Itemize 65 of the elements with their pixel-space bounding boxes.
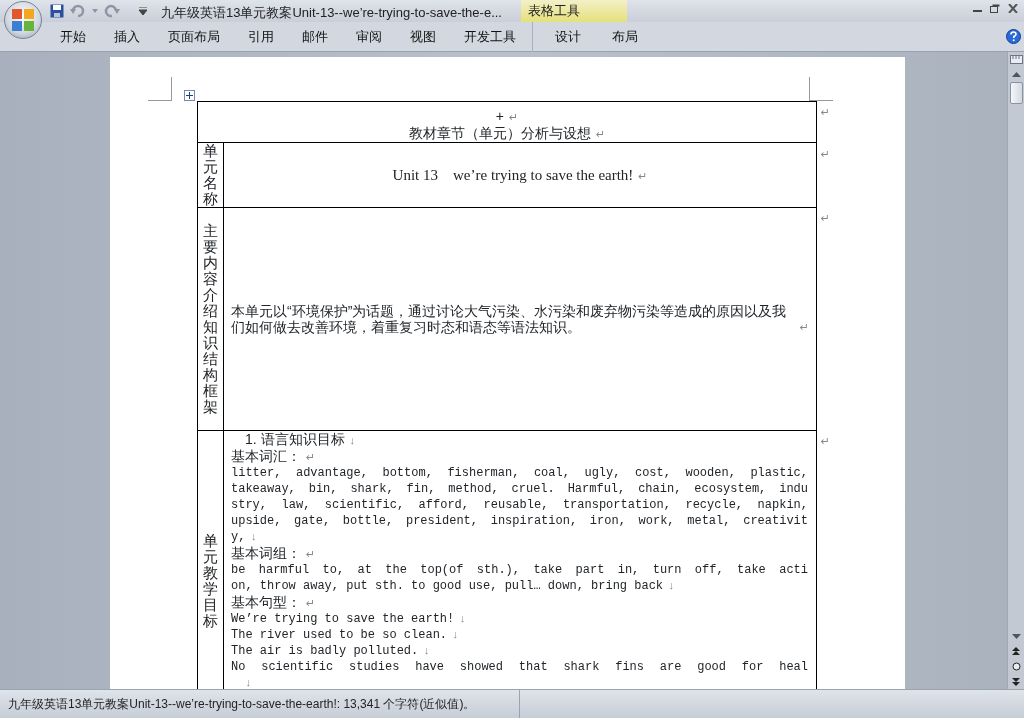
paragraph-text: 基本词汇： — [231, 448, 301, 465]
text-line: takeaway, bin, shark, fin, method, cruel. Harmful, chain, ecosystem, indu — [231, 481, 808, 498]
paragraph-mark: ↓ — [459, 613, 466, 626]
paragraph-mark: ↵ — [595, 127, 606, 140]
paragraph-text: 教材章节（单元）分析与设想 — [408, 124, 591, 141]
column-label: 单元教学目标 — [203, 533, 218, 630]
ribbon-tab[interactable]: 审阅 — [348, 24, 390, 49]
paragraph-mark: ↵ — [799, 320, 809, 336]
office-button[interactable] — [4, 1, 42, 39]
text-line: stry, law, scientific, afford, reusable, transportation, recycle, napkin, — [231, 497, 808, 514]
ribbon-tab[interactable]: 开始 — [52, 24, 94, 49]
paragraph-mark: ↓ — [452, 629, 459, 642]
text-line: The river used to be so clean. — [231, 628, 448, 643]
text-line: We’re trying to save the earth! — [231, 612, 455, 627]
text-line: The air is badly polluted. — [231, 644, 419, 659]
paragraph-mark: ↵ — [306, 548, 316, 561]
save-icon[interactable] — [50, 4, 64, 18]
paragraph-mark: ↵ — [306, 451, 316, 464]
row-end-mark: ↵ — [820, 146, 830, 162]
text-line: y, — [231, 530, 246, 545]
text-line: litter, advantage, bottom, fisherman, coal, ugly, cost, wooden, plastic, — [231, 465, 808, 482]
ribbon-tab[interactable]: 开发工具 — [456, 24, 524, 49]
paragraph-mark: ↓ — [668, 580, 675, 593]
paragraph-mark: ↵ — [306, 597, 316, 610]
ribbon-tab[interactable]: 引用 — [240, 24, 282, 49]
paragraph-mark: ↓ — [245, 677, 252, 689]
ribbon-tab[interactable]: 设计 — [547, 24, 589, 49]
ribbon-tab[interactable]: 视图 — [402, 24, 444, 49]
paragraph-mark: ↵ — [509, 110, 519, 123]
table-move-handle-icon[interactable] — [184, 90, 195, 101]
paragraph-text: + — [495, 107, 504, 124]
unit-title: Unit 13 we’re trying to save the earth! — [392, 166, 634, 183]
paragraph-mark: ↓ — [250, 531, 257, 544]
text-line: upside, gate, bottle, president, inspiration, iron, work, metal, creativit — [231, 513, 808, 530]
scrollbar-thumb[interactable] — [1009, 82, 1023, 104]
help-icon[interactable] — [1006, 29, 1021, 44]
contextual-tab-group: 表格工具 — [521, 0, 627, 22]
office-logo — [10, 7, 36, 33]
text-line: be harmful to, at the top(of sth.), take part in, turn off, take acti — [231, 562, 808, 579]
ribbon-tab[interactable]: 页面布局 — [160, 24, 228, 49]
crop-mark — [809, 77, 833, 101]
paragraph-text: 基本词组： — [231, 545, 301, 562]
window-title: 九年级英语13单元教案Unit-13--we’re-trying-to-save-the-e... — [161, 4, 502, 22]
column-label: 单元名称 — [203, 143, 218, 208]
paragraph-mark: ↓ — [423, 645, 430, 658]
text-line: on, throw away, put sth. to good use, pull… down, bring back — [231, 579, 664, 594]
row-end-mark: ↵ — [820, 104, 830, 120]
restore-icon[interactable] — [990, 4, 1000, 13]
ribbon-tab[interactable]: 布局 — [604, 24, 646, 49]
row-end-mark: ↵ — [820, 211, 830, 227]
ribbon-tab[interactable]: 邮件 — [294, 24, 336, 49]
heading-text: 1. 语言知识目标 — [245, 431, 345, 448]
column-label: 主要内容介绍知识结构框架 — [203, 222, 218, 416]
paragraph-text: 本单元以“环境保护”为话题，通过讨论大气污染、水污染和废弃物污染等造成的原因以及我们如何做去改善环境，着重复习时态和语态等语法知识。 — [231, 303, 788, 336]
row-end-mark: ↵ — [820, 434, 830, 450]
paragraph-mark: ↵ — [638, 169, 648, 182]
ruler-toggle-icon[interactable] — [1008, 52, 1024, 67]
paragraph-mark: ↓ — [349, 434, 356, 447]
ribbon-tab[interactable]: 插入 — [106, 24, 148, 49]
text-line: No scientific studies have showed that shark fins are good for heal — [231, 659, 808, 676]
paragraph-text: 基本句型： — [231, 594, 301, 611]
crop-mark — [148, 77, 172, 101]
close-icon[interactable] — [1008, 4, 1018, 13]
status-bar-text: 九年级英语13单元教案Unit-13--we’re-trying-to-save-the-earth!: 13,341 个字符(近似值)。 — [0, 690, 520, 718]
customize-toolbar-icon[interactable] — [138, 7, 148, 15]
